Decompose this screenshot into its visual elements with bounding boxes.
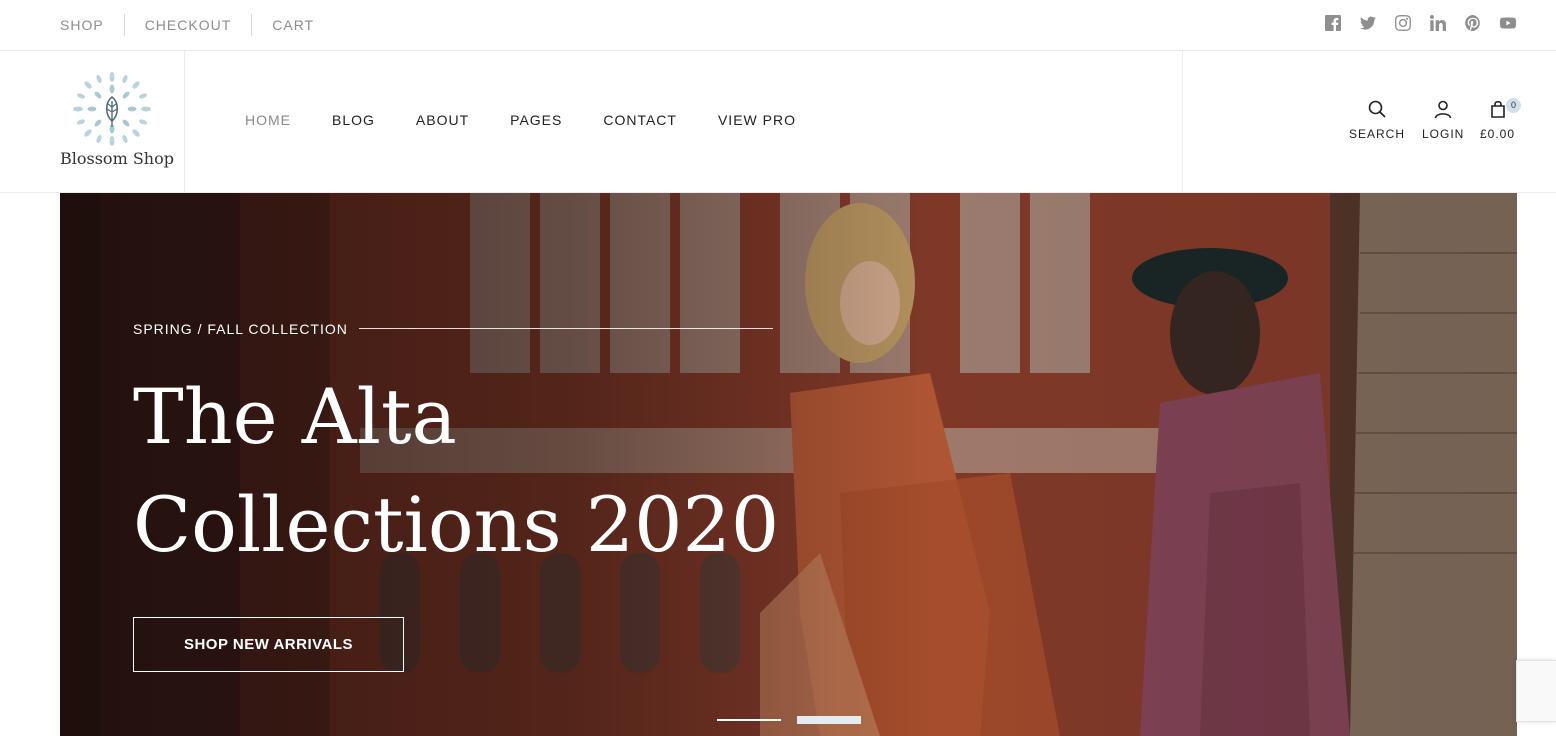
header-actions: SEARCH LOGIN 0 £0.00 xyxy=(1182,51,1556,192)
top-bar: SHOP CHECKOUT CART xyxy=(0,0,1556,51)
login-label: LOGIN xyxy=(1422,127,1465,141)
cart-count-badge: 0 xyxy=(1506,98,1522,113)
linkedin-icon[interactable] xyxy=(1429,14,1447,32)
slider-dot-2[interactable] xyxy=(797,716,861,724)
user-icon xyxy=(1434,100,1452,119)
site-header: Blossom Shop HOME BLOG ABOUT PAGES CONTA… xyxy=(0,51,1556,193)
top-nav: SHOP CHECKOUT CART xyxy=(60,14,334,36)
search-icon xyxy=(1368,100,1386,118)
shopping-bag-icon xyxy=(1490,100,1505,118)
top-link-cart[interactable]: CART xyxy=(251,14,334,36)
search-button[interactable]: SEARCH xyxy=(1349,99,1405,141)
hero-eyebrow: SPRING / FALL COLLECTION xyxy=(133,321,348,337)
logo-flower-icon xyxy=(73,72,151,146)
top-link-shop[interactable]: SHOP xyxy=(60,14,124,36)
nav-view-pro[interactable]: VIEW PRO xyxy=(718,111,796,129)
social-links xyxy=(1324,14,1517,32)
nav-contact[interactable]: CONTACT xyxy=(603,111,677,129)
hero-title: The Alta Collections 2020 xyxy=(133,363,833,579)
facebook-icon[interactable] xyxy=(1324,14,1342,32)
cart-button[interactable]: 0 £0.00 xyxy=(1480,98,1522,141)
pinterest-icon[interactable] xyxy=(1464,14,1482,32)
instagram-icon[interactable] xyxy=(1394,14,1412,32)
hero-title-line-1: The Alta xyxy=(133,372,457,461)
recaptcha-badge[interactable] xyxy=(1516,660,1556,722)
twitter-icon[interactable] xyxy=(1359,14,1377,32)
nav-about[interactable]: ABOUT xyxy=(416,111,469,129)
slider-dot-1[interactable] xyxy=(717,719,781,721)
nav-home[interactable]: HOME xyxy=(245,111,291,129)
hero-eyebrow-divider xyxy=(359,328,773,329)
cart-total: £0.00 xyxy=(1480,127,1516,141)
main-nav: HOME BLOG ABOUT PAGES CONTACT VIEW PRO xyxy=(245,111,796,129)
logo-text: Blossom Shop xyxy=(60,149,174,168)
top-link-checkout[interactable]: CHECKOUT xyxy=(123,14,252,36)
nav-pages[interactable]: PAGES xyxy=(510,111,562,129)
search-label: SEARCH xyxy=(1349,127,1406,141)
logo[interactable]: Blossom Shop xyxy=(0,51,185,192)
login-button[interactable]: LOGIN xyxy=(1422,99,1464,141)
youtube-icon[interactable] xyxy=(1499,14,1517,32)
hero-title-line-2: Collections 2020 xyxy=(133,480,780,569)
shop-new-arrivals-button[interactable]: SHOP NEW ARRIVALS xyxy=(133,617,404,672)
hero-slider: SPRING / FALL COLLECTION The Alta Collec… xyxy=(60,193,1517,736)
nav-blog[interactable]: BLOG xyxy=(332,111,375,129)
slider-pagination xyxy=(717,716,861,724)
